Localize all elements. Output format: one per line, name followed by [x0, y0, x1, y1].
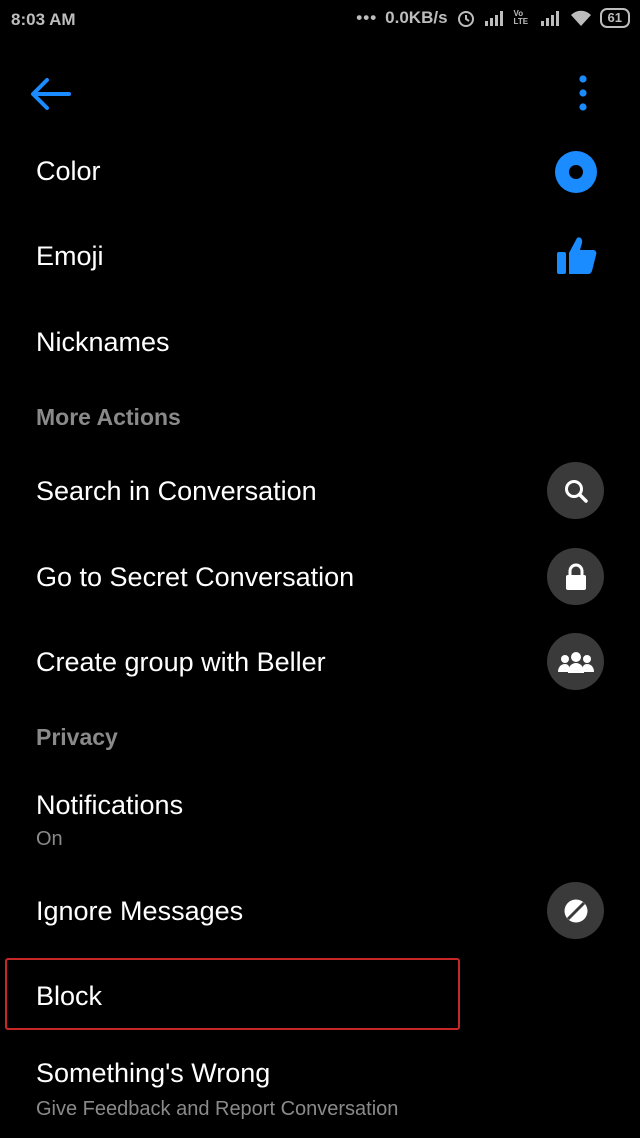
search-conversation-row[interactable]: Search in Conversation	[0, 458, 640, 524]
signal-icon	[484, 10, 506, 26]
search-button[interactable]	[547, 462, 604, 519]
block-highlight-box	[5, 958, 460, 1030]
more-vertical-icon	[579, 75, 587, 111]
group-button[interactable]	[547, 633, 604, 690]
back-arrow-icon	[31, 78, 71, 110]
notifications-value: On	[36, 828, 63, 850]
search-icon	[564, 479, 588, 503]
volte-icon: Vo LTE	[513, 9, 529, 26]
search-conversation-label: Search in Conversation	[36, 476, 317, 506]
alarm-icon	[456, 8, 476, 28]
nicknames-label: Nicknames	[36, 327, 170, 357]
more-options-button[interactable]	[563, 70, 603, 116]
wifi-icon	[570, 9, 592, 27]
thumbs-up-icon	[557, 237, 597, 274]
ignore-messages-row[interactable]: Ignore Messages	[0, 878, 640, 944]
notifications-row[interactable]: Notifications On	[0, 780, 640, 860]
status-time: 8:03 AM	[11, 10, 76, 29]
ignore-messages-label: Ignore Messages	[36, 896, 244, 926]
more-actions-header: More Actions	[36, 404, 181, 430]
create-group-row[interactable]: Create group with Beller	[0, 629, 640, 695]
group-icon	[557, 651, 594, 673]
status-bar: 8:03 AM ••• 0.0KB/s Vo LTE 61	[0, 0, 640, 44]
somethings-wrong-sublabel: Give Feedback and Report Conversation	[36, 1098, 399, 1120]
back-button[interactable]	[28, 74, 72, 114]
more-notifications-icon: •••	[356, 8, 378, 27]
color-circle-icon	[555, 151, 597, 193]
ignore-button[interactable]	[547, 882, 604, 939]
color-row[interactable]: Color	[0, 140, 640, 204]
lock-icon	[565, 563, 586, 590]
notifications-label: Notifications	[36, 790, 184, 820]
ignore-icon	[564, 899, 587, 922]
create-group-label: Create group with Beller	[36, 647, 326, 677]
secret-conversation-row[interactable]: Go to Secret Conversation	[0, 544, 640, 610]
nicknames-row[interactable]: Nicknames	[0, 310, 640, 374]
battery-indicator: 61	[599, 8, 630, 28]
lock-button[interactable]	[547, 548, 604, 605]
color-label: Color	[36, 156, 101, 186]
status-icons: ••• 0.0KB/s Vo LTE 61	[356, 8, 630, 28]
somethings-wrong-label: Something's Wrong	[36, 1058, 271, 1088]
secret-conversation-label: Go to Secret Conversation	[36, 562, 355, 592]
privacy-header: Privacy	[36, 724, 118, 750]
network-speed: 0.0KB/s	[385, 8, 448, 27]
emoji-label: Emoji	[36, 241, 104, 271]
emoji-row[interactable]: Emoji	[0, 225, 640, 289]
signal-2-icon	[540, 10, 562, 26]
somethings-wrong-row[interactable]: Something's Wrong Give Feedback and Repo…	[0, 1050, 640, 1130]
